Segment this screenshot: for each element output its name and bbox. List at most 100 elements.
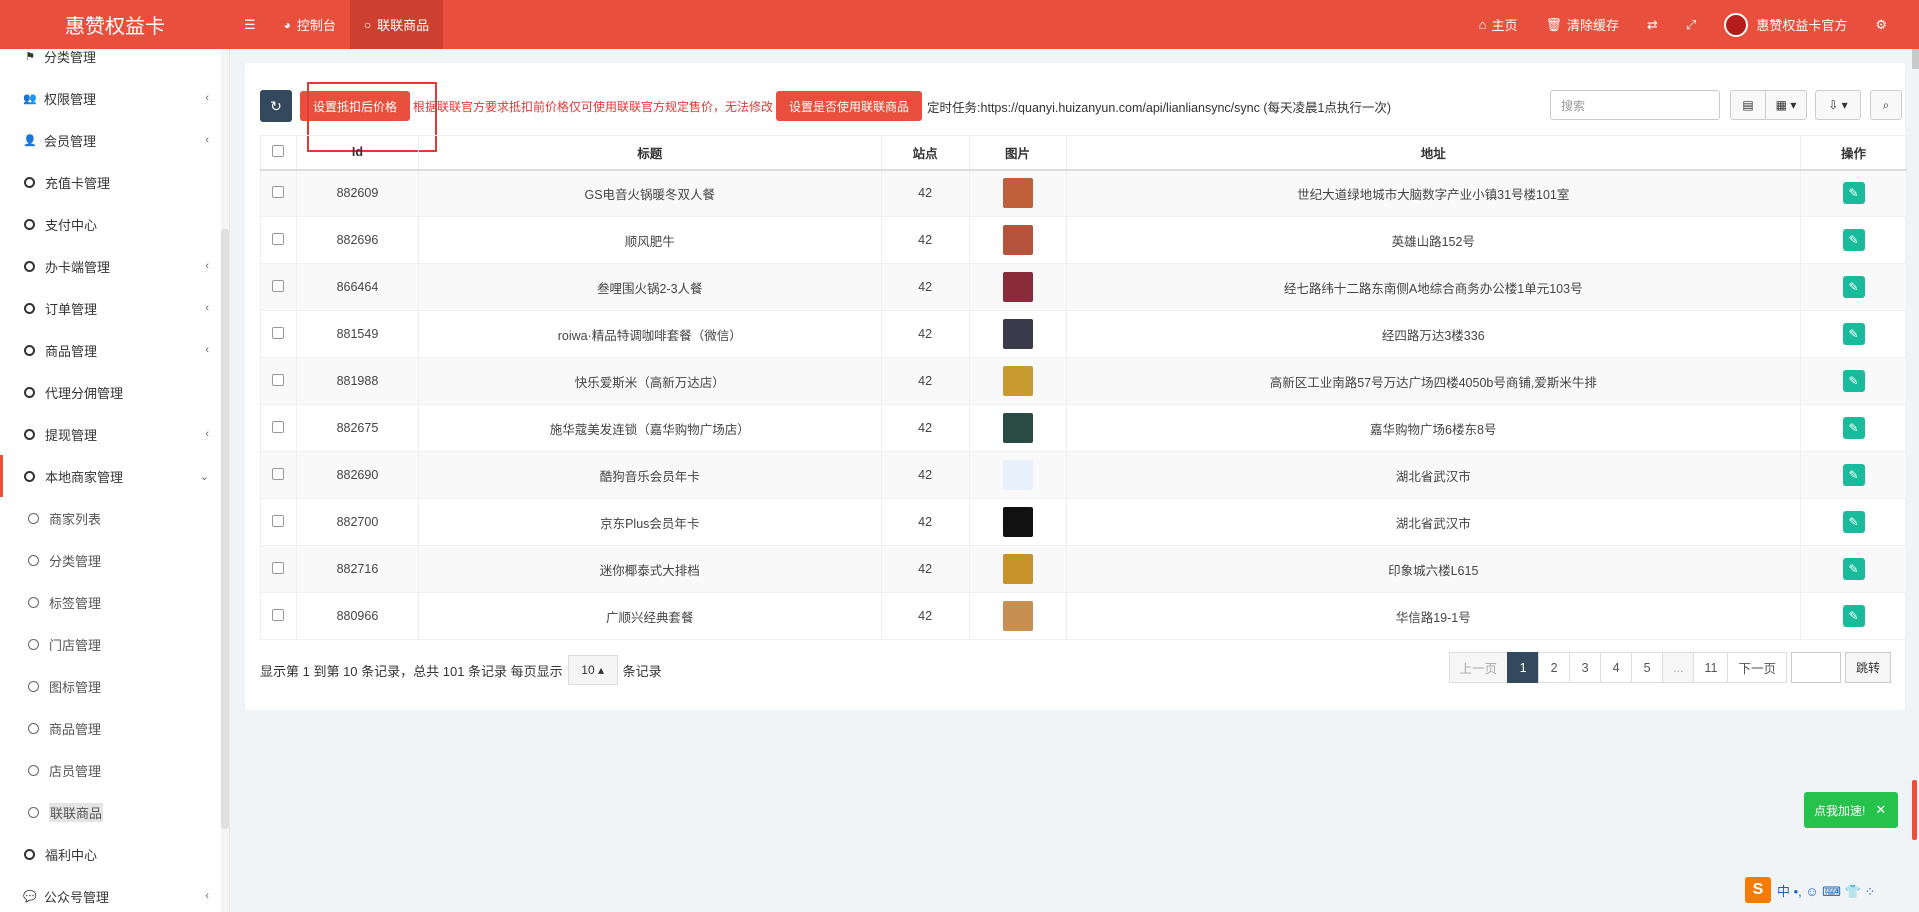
sidebar-item-3[interactable]: 充值卡管理 — [0, 161, 229, 203]
speed-up-button[interactable]: 点我加速! ✕ — [1804, 792, 1898, 828]
table-row[interactable]: 882716 迷你椰泰式大排档 42 印象城六楼L615 ✎ — [260, 545, 1907, 593]
sidebar-item-5[interactable]: 办卡端管理 ‹ — [0, 245, 229, 287]
product-thumbnail[interactable] — [1002, 507, 1033, 537]
page-11[interactable]: 11 — [1693, 652, 1729, 683]
row-checkbox[interactable] — [272, 514, 285, 527]
edit-button[interactable]: ✎ — [1842, 464, 1865, 486]
edit-button[interactable]: ✎ — [1842, 276, 1865, 298]
table-row[interactable]: 881549 roiwa·精品特调咖啡套餐（微信） 42 经四路万达3楼336 ✎ — [260, 310, 1907, 358]
product-thumbnail[interactable] — [1002, 225, 1033, 255]
sidebar-item-18[interactable]: 联联商品 — [0, 791, 229, 833]
row-checkbox[interactable] — [272, 561, 285, 574]
edit-button[interactable]: ✎ — [1842, 558, 1865, 580]
table-row[interactable]: 882675 施华蔻美发连锁（嘉华购物广场店） 42 嘉华购物广场6楼东8号 ✎ — [260, 404, 1907, 452]
row-checkbox[interactable] — [272, 232, 285, 245]
settings-button[interactable]: ⚙ — [1861, 17, 1901, 33]
translate-button[interactable]: ⇄ — [1633, 17, 1672, 33]
sidebar-item-13[interactable]: 标签管理 — [0, 581, 229, 623]
edit-button[interactable]: ✎ — [1842, 417, 1865, 439]
sidebar-item-16[interactable]: 商品管理 — [0, 707, 229, 749]
jump-button[interactable]: 跳转 — [1844, 652, 1891, 683]
page-4[interactable]: 4 — [1600, 652, 1633, 683]
search-input[interactable]: 搜索 — [1550, 90, 1720, 120]
table-row[interactable]: 882690 酷狗音乐会员年卡 42 湖北省武汉市 ✎ — [260, 451, 1907, 499]
product-thumbnail[interactable] — [1002, 601, 1033, 631]
page-2[interactable]: 2 — [1538, 652, 1571, 683]
edit-button[interactable]: ✎ — [1842, 182, 1865, 205]
sidebar-item-17[interactable]: 店员管理 — [0, 749, 229, 791]
sidebar-item-7[interactable]: 商品管理 ‹ — [0, 329, 229, 371]
row-checkbox[interactable] — [272, 185, 285, 198]
product-thumbnail[interactable] — [1002, 319, 1033, 349]
product-thumbnail[interactable] — [1002, 178, 1033, 209]
header-title[interactable]: 标题 — [417, 135, 882, 171]
set-use-lianlian-button[interactable]: 设置是否使用联联商品 — [776, 91, 923, 121]
edit-button[interactable]: ✎ — [1842, 605, 1865, 627]
sogou-ime-icon[interactable]: S — [1745, 877, 1771, 903]
table-row[interactable]: 880966 广顺兴经典套餐 42 华信路19-1号 ✎ — [260, 592, 1907, 640]
jump-page-input[interactable] — [1790, 652, 1841, 683]
side-handle[interactable] — [1912, 780, 1917, 840]
close-icon[interactable]: ✕ — [1875, 802, 1886, 818]
sidebar-item-6[interactable]: 订单管理 ‹ — [0, 287, 229, 329]
export-dropdown[interactable]: ⇩ ▾ — [1815, 90, 1861, 120]
toggle-view-button[interactable]: ▤ — [1730, 90, 1766, 120]
header-address[interactable]: 地址 — [1065, 135, 1802, 171]
edit-button[interactable]: ✎ — [1842, 229, 1865, 251]
edit-button[interactable]: ✎ — [1842, 323, 1865, 345]
product-thumbnail[interactable] — [1002, 272, 1033, 302]
brand-logo[interactable]: 惠赞权益卡 — [0, 0, 230, 49]
table-row[interactable]: 882609 GS电音火锅暖冬双人餐 42 世纪大道绿地城市大脑数字产业小镇31号楼1… — [260, 169, 1907, 217]
sidebar-item-11[interactable]: 商家列表 — [0, 497, 229, 539]
row-checkbox[interactable] — [272, 420, 285, 433]
next-page-button[interactable]: 下一页 — [1727, 652, 1787, 683]
sidebar-item-4[interactable]: 支付中心 — [0, 203, 229, 245]
sidebar-item-15[interactable]: 图标管理 — [0, 665, 229, 707]
table-row[interactable]: 882696 顺风肥牛 42 英雄山路152号 ✎ — [260, 216, 1907, 264]
page-3[interactable]: 3 — [1569, 652, 1602, 683]
table-row[interactable]: 882700 京东Plus会员年卡 42 湖北省武汉市 ✎ — [260, 498, 1907, 546]
columns-dropdown[interactable]: ▦ ▾ — [1765, 90, 1807, 120]
ime-tools[interactable]: 中 •, ☺ ⌨ 👕 ⁘ — [1777, 881, 1875, 900]
set-price-button[interactable]: 设置抵扣后价格 — [300, 91, 411, 121]
table-row[interactable]: 881988 快乐爱斯米（高新万达店） 42 高新区工业南路57号万达广场四楼4050… — [260, 357, 1907, 405]
sidebar-item-12[interactable]: 分类管理 — [0, 539, 229, 581]
window-scrollbar[interactable] — [1912, 49, 1919, 69]
search-button[interactable]: ⌕ — [1870, 90, 1902, 120]
product-thumbnail[interactable] — [1002, 554, 1033, 584]
tab-dashboard[interactable]: ◕ 控制台 — [270, 0, 350, 49]
edit-button[interactable]: ✎ — [1842, 511, 1865, 533]
sidebar-scrollbar-thumb[interactable] — [221, 229, 229, 829]
product-thumbnail[interactable] — [1002, 366, 1033, 396]
menu-toggle-button[interactable]: ☰ — [230, 0, 270, 49]
row-checkbox[interactable] — [272, 326, 285, 339]
sidebar-item-2[interactable]: 👤 会员管理 ‹ — [0, 119, 229, 161]
header-image[interactable]: 图片 — [968, 135, 1067, 171]
header-site[interactable]: 站点 — [880, 135, 970, 171]
page-5[interactable]: 5 — [1631, 652, 1664, 683]
sidebar-item-0[interactable]: ⚑ 分类管理 — [0, 49, 229, 77]
row-checkbox[interactable] — [272, 373, 285, 386]
page-1[interactable]: 1 — [1507, 652, 1540, 683]
sidebar-item-9[interactable]: 提现管理 ‹ — [0, 413, 229, 455]
refresh-button[interactable]: ↻ — [260, 90, 292, 122]
sidebar-item-10[interactable]: 本地商家管理 ⌄ — [0, 455, 229, 497]
clear-cache-button[interactable]: 🗑 清除缓存 — [1531, 15, 1633, 34]
sidebar-item-20[interactable]: 💬 公众号管理 ‹ — [0, 875, 229, 912]
sidebar-item-8[interactable]: 代理分佣管理 — [0, 371, 229, 413]
header-id[interactable]: Id — [295, 135, 419, 171]
select-all-checkbox[interactable] — [272, 144, 285, 157]
product-thumbnail[interactable] — [1002, 413, 1033, 443]
home-link[interactable]: ⌂ 主页 — [1465, 15, 1532, 34]
tab-lianlian-products[interactable]: ○ 联联商品 — [349, 0, 444, 49]
row-checkbox[interactable] — [272, 279, 285, 292]
edit-button[interactable]: ✎ — [1842, 370, 1865, 392]
row-checkbox[interactable] — [272, 608, 285, 621]
product-thumbnail[interactable] — [1002, 460, 1033, 490]
sidebar-item-1[interactable]: 👥 权限管理 ‹ — [0, 77, 229, 119]
row-checkbox[interactable] — [272, 467, 285, 480]
user-menu[interactable]: 惠赞权益卡官方 — [1710, 12, 1861, 37]
prev-page-button[interactable]: 上一页 — [1448, 652, 1509, 683]
table-row[interactable]: 866464 叁哩围火锅2-3人餐 42 经七路纬十二路东南侧A地综合商务办公楼1单元… — [260, 263, 1907, 311]
fullscreen-button[interactable]: ⤢ — [1672, 17, 1710, 33]
